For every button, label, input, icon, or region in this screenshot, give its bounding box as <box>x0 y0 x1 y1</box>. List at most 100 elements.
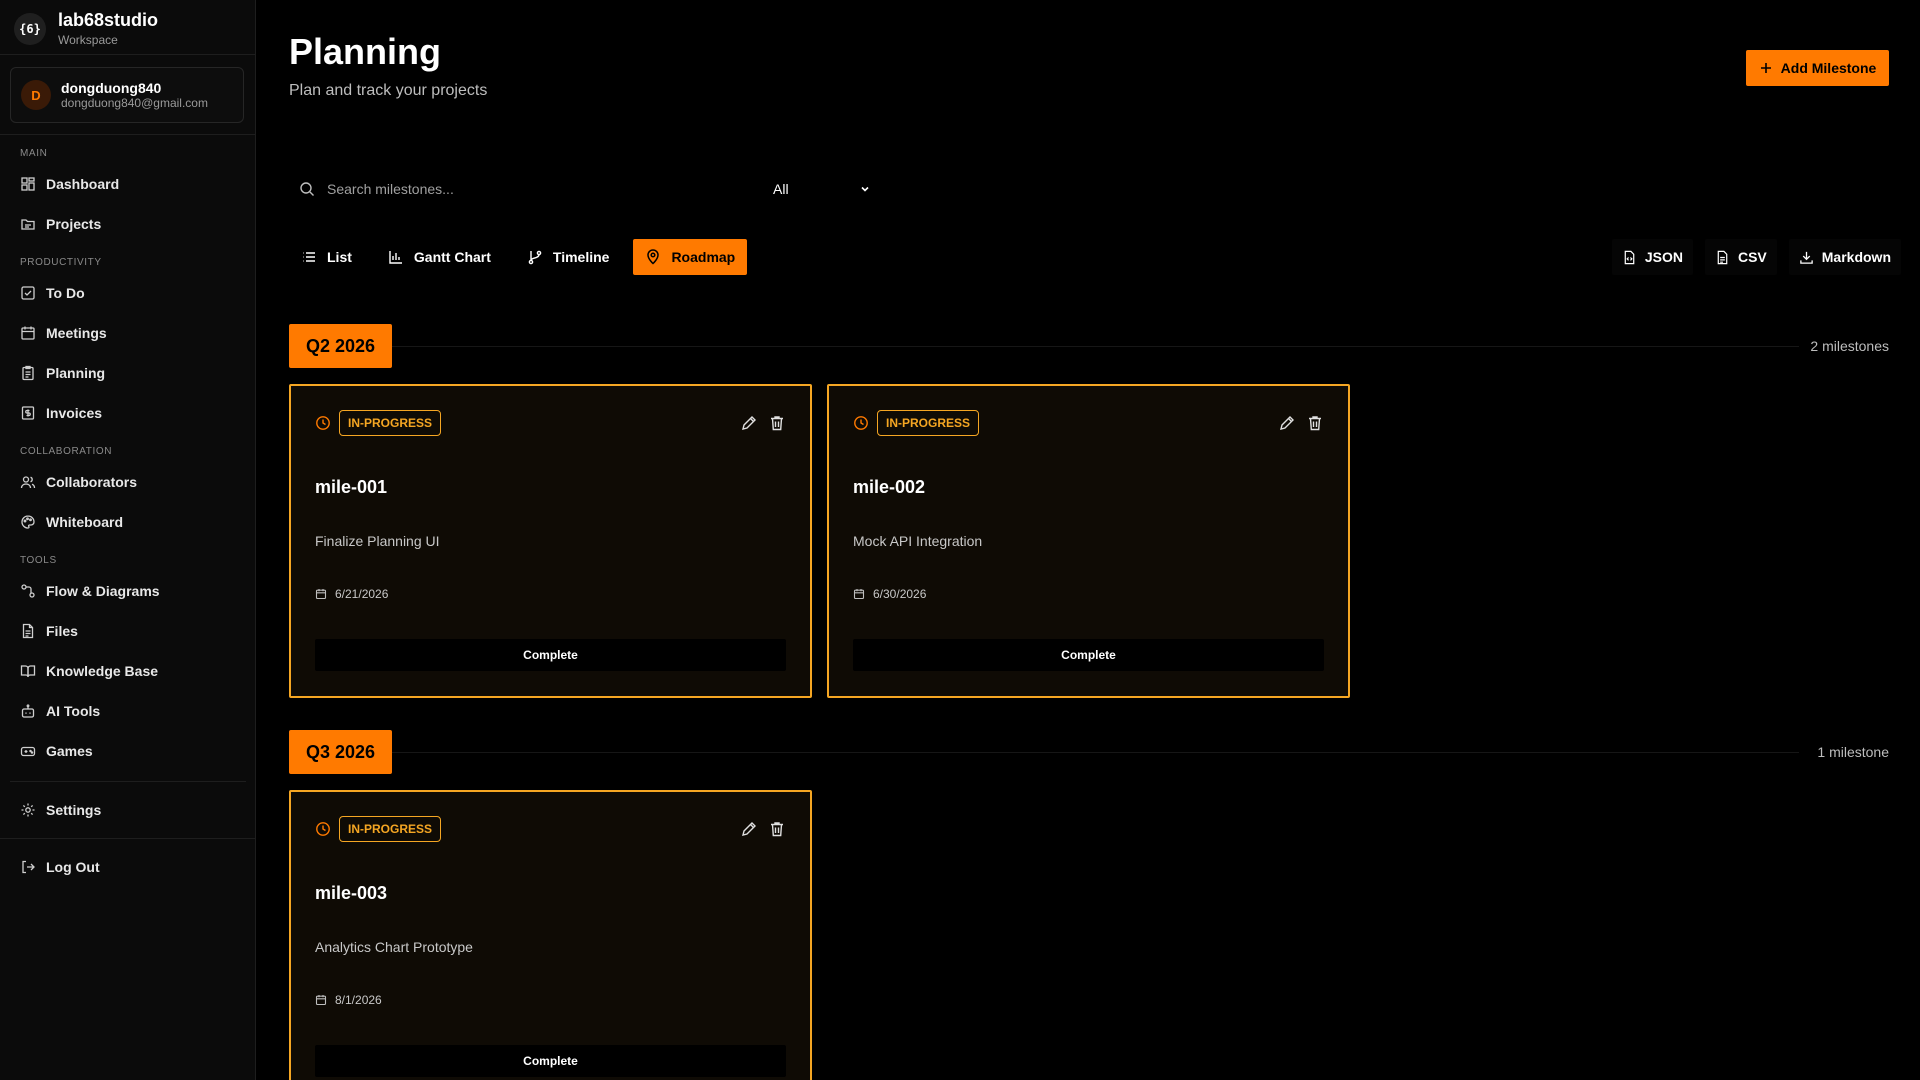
milestone-date-text: 6/30/2026 <box>873 587 927 601</box>
sidebar-item-knowledge-base[interactable]: Knowledge Base <box>20 657 240 685</box>
milestone-date-text: 8/1/2026 <box>335 993 382 1007</box>
sidebar: {6} lab68studio Workspace D dongduong840… <box>0 0 256 1080</box>
clock-icon <box>854 416 868 430</box>
book-open-icon <box>20 665 36 678</box>
brand[interactable]: {6} lab68studio Workspace <box>14 10 158 47</box>
quarter-header: Q3 2026 1 milestone <box>289 730 1889 774</box>
export-markdown-label: Markdown <box>1821 249 1891 265</box>
trash-icon[interactable] <box>1306 414 1324 432</box>
chevron-down-icon <box>861 186 869 192</box>
export-buttons: JSON CSV Markdown <box>1611 239 1901 275</box>
milestone-card[interactable]: IN-PROGRESS mile-003 Analytics Chart Pro… <box>289 790 812 1080</box>
file-code-icon <box>1624 250 1635 264</box>
flow-icon <box>21 584 35 598</box>
edit-icon[interactable] <box>740 414 758 432</box>
sidebar-item-label: Projects <box>46 216 102 232</box>
sidebar-item-meetings[interactable]: Meetings <box>20 319 240 347</box>
avatar: D <box>21 80 51 110</box>
quarter-divider <box>392 752 1799 753</box>
export-markdown-button[interactable]: Markdown <box>1788 239 1901 275</box>
checkbox-icon <box>21 286 35 300</box>
status-filter-select[interactable]: All <box>753 171 883 207</box>
sidebar-item-dashboard[interactable]: Dashboard <box>20 170 240 198</box>
milestone-date-text: 6/21/2026 <box>335 587 389 601</box>
complete-button[interactable]: Complete <box>315 1045 786 1077</box>
milestone-card[interactable]: IN-PROGRESS mile-002 Mock API Integratio… <box>827 384 1350 698</box>
tab-list[interactable]: List <box>289 239 364 275</box>
tab-roadmap[interactable]: Roadmap <box>633 239 748 275</box>
palette-icon <box>21 515 35 529</box>
milestone-description: Mock API Integration <box>853 533 983 549</box>
user-card[interactable]: D dongduong840 dongduong840@gmail.com <box>10 67 244 123</box>
complete-button[interactable]: Complete <box>853 639 1324 671</box>
milestone-description: Analytics Chart Prototype <box>315 939 473 955</box>
trash-icon[interactable] <box>768 414 786 432</box>
tab-label: List <box>327 249 352 265</box>
clock-icon <box>316 416 330 430</box>
folder-icon <box>21 219 35 230</box>
calendar-icon <box>21 326 35 340</box>
section-label-main: MAIN <box>20 148 48 159</box>
bar-chart-icon <box>389 251 402 264</box>
section-label-collaboration: COLLABORATION <box>20 446 113 457</box>
quarter-header: Q2 2026 2 milestones <box>289 324 1889 368</box>
tab-timeline[interactable]: Timeline <box>515 239 622 275</box>
sidebar-item-label: Files <box>46 623 78 639</box>
milestone-card[interactable]: IN-PROGRESS mile-001 Finalize Planning U… <box>289 384 812 698</box>
sidebar-item-label: Settings <box>46 802 102 818</box>
search-input[interactable] <box>327 181 727 197</box>
brand-subtitle: Workspace <box>58 33 118 47</box>
dashboard-icon <box>21 177 35 191</box>
users-icon <box>20 476 36 489</box>
sidebar-item-logout[interactable]: Log Out <box>20 853 240 881</box>
sidebar-item-label: Games <box>46 743 93 759</box>
milestone-date: 6/30/2026 <box>853 587 926 601</box>
edit-icon[interactable] <box>1278 414 1296 432</box>
calendar-icon <box>853 589 865 600</box>
sidebar-item-games[interactable]: Games <box>20 737 240 765</box>
sidebar-item-ai-tools[interactable]: AI Tools <box>20 697 240 725</box>
sidebar-item-label: Log Out <box>46 859 100 875</box>
sidebar-item-flow-diagrams[interactable]: Flow & Diagrams <box>20 577 240 605</box>
export-json-button[interactable]: JSON <box>1611 239 1693 275</box>
quarter-badge: Q3 2026 <box>289 730 392 774</box>
app-root: {6} lab68studio Workspace D dongduong840… <box>0 0 1920 1080</box>
quarter-badge: Q2 2026 <box>289 324 392 368</box>
sidebar-item-label: Collaborators <box>46 474 138 490</box>
milestone-title: mile-002 <box>853 477 926 497</box>
add-milestone-button[interactable]: Add Milestone <box>1746 50 1889 86</box>
tab-gantt-chart[interactable]: Gantt Chart <box>376 239 503 275</box>
brand-name: lab68studio <box>58 10 159 30</box>
sidebar-item-files[interactable]: Files <box>20 617 240 645</box>
export-csv-button[interactable]: CSV <box>1704 239 1777 275</box>
user-email: dongduong840@gmail.com <box>61 95 208 110</box>
sidebar-item-whiteboard[interactable]: Whiteboard <box>20 508 240 536</box>
export-csv-label: CSV <box>1737 249 1767 265</box>
milestone-description: Finalize Planning UI <box>315 533 440 549</box>
edit-icon[interactable] <box>740 820 758 838</box>
trash-icon[interactable] <box>768 820 786 838</box>
sidebar-item-todo[interactable]: To Do <box>20 279 240 307</box>
download-icon <box>1799 251 1813 264</box>
filter-selected-value: All <box>773 181 789 197</box>
milestone-count: 1 milestone <box>1817 744 1889 760</box>
status-badge: IN-PROGRESS <box>339 816 442 842</box>
divider <box>0 54 256 55</box>
sidebar-item-projects[interactable]: Projects <box>20 210 240 238</box>
sidebar-item-invoices[interactable]: Invoices <box>20 399 240 427</box>
clock-icon <box>316 822 330 836</box>
gear-icon <box>21 803 35 817</box>
sidebar-item-label: Dashboard <box>46 176 120 192</box>
logout-icon <box>22 860 35 874</box>
sidebar-item-collaborators[interactable]: Collaborators <box>20 468 240 496</box>
sidebar-item-planning[interactable]: Planning <box>20 359 240 387</box>
user-name: dongduong840 <box>61 79 162 96</box>
search-icon <box>300 182 314 196</box>
complete-button[interactable]: Complete <box>315 639 786 671</box>
calendar-icon <box>315 589 327 600</box>
status-badge: IN-PROGRESS <box>339 410 442 436</box>
sidebar-item-label: Planning <box>46 365 106 381</box>
sidebar-item-settings[interactable]: Settings <box>20 796 240 824</box>
tab-label: Gantt Chart <box>413 249 491 265</box>
milestone-count: 2 milestones <box>1810 338 1889 354</box>
